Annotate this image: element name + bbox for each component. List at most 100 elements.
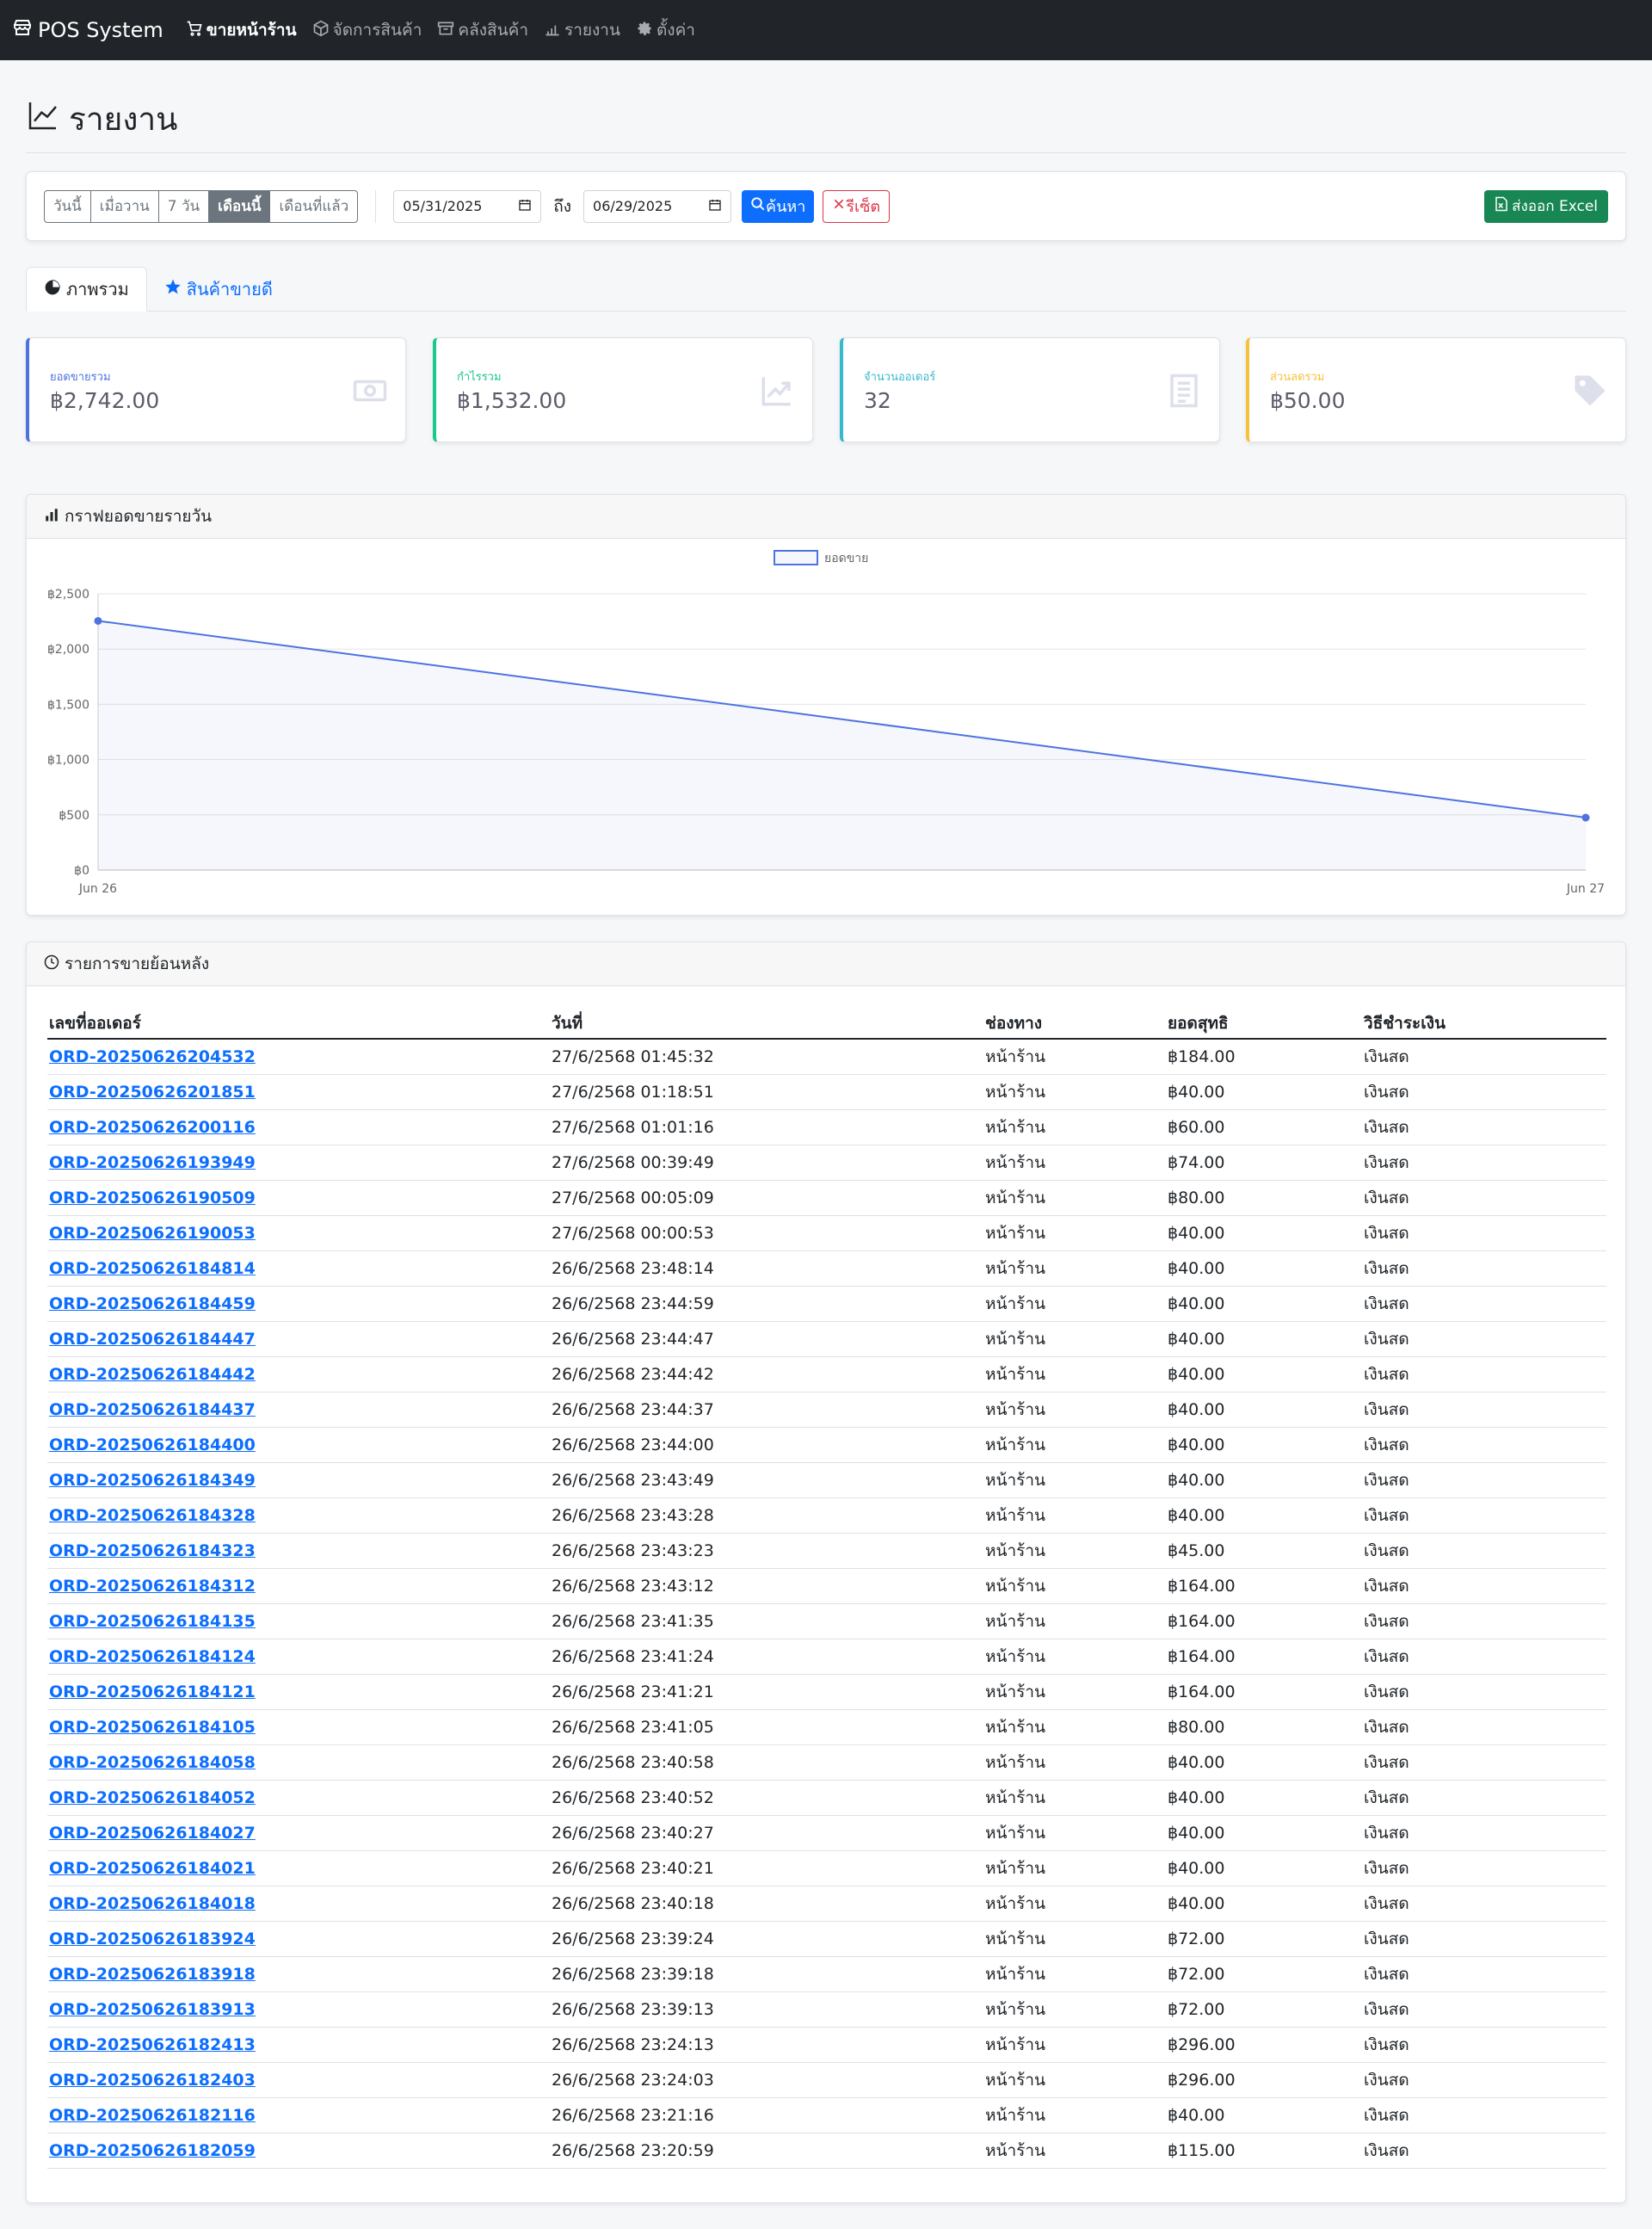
- order-link[interactable]: ORD-20250626200116: [49, 1118, 256, 1137]
- col-header-payment[interactable]: วิธีชำระเงิน: [1362, 1008, 1606, 1040]
- order-link[interactable]: ORD-20250626184323: [49, 1541, 256, 1560]
- date-cell: 27/6/2568 01:01:16: [550, 1109, 983, 1145]
- x-tick-label: Jun 26: [78, 882, 117, 896]
- end-date-input[interactable]: 06/29/2025: [583, 189, 732, 223]
- order-link[interactable]: ORD-20250626184027: [49, 1824, 256, 1843]
- nav-item-label: ตั้งค่า: [656, 21, 695, 40]
- table-card-header: รายการขายย้อนหลัง: [27, 942, 1625, 986]
- order-link[interactable]: ORD-20250626182059: [49, 2141, 256, 2160]
- tab-label: ภาพรวม: [66, 279, 129, 299]
- payment-cell: เงินสด: [1362, 2133, 1606, 2169]
- range-this-month-button[interactable]: เดือนนี้: [209, 190, 271, 222]
- channel-cell: หน้าร้าน: [983, 1145, 1166, 1181]
- order-no-cell: ORD-20250626184312: [47, 1568, 550, 1604]
- search-button[interactable]: ค้นหา: [742, 189, 815, 223]
- range-7days-button[interactable]: 7 วัน: [159, 190, 210, 222]
- order-no-cell: ORD-20250626182116: [47, 2097, 550, 2133]
- date-cell: 26/6/2568 23:41:24: [550, 1639, 983, 1675]
- order-link[interactable]: ORD-20250626201851: [49, 1083, 256, 1102]
- order-link[interactable]: ORD-20250626183918: [49, 1965, 256, 1984]
- col-header-channel[interactable]: ช่องทาง: [983, 1008, 1166, 1040]
- net-total-cell: ฿74.00: [1166, 1145, 1362, 1181]
- order-link[interactable]: ORD-20250626193949: [49, 1153, 256, 1172]
- tab-overview[interactable]: ภาพรวม: [26, 267, 147, 312]
- date-cell: 26/6/2568 23:40:18: [550, 1886, 983, 1922]
- table-row: ORD-20250626183924 26/6/2568 23:39:24 หน้า…: [47, 1921, 1606, 1957]
- order-link[interactable]: ORD-20250626184124: [49, 1647, 256, 1666]
- nav-item-inventory[interactable]: คลังสินค้า: [437, 17, 528, 43]
- col-header-net-total[interactable]: ยอดสุทธิ: [1166, 1008, 1362, 1040]
- channel-cell: หน้าร้าน: [983, 1462, 1166, 1498]
- table-row: ORD-20250626184135 26/6/2568 23:41:35 หน้า…: [47, 1603, 1606, 1639]
- order-link[interactable]: ORD-20250626184437: [49, 1400, 256, 1419]
- nav-item-reports[interactable]: รายงาน: [544, 17, 620, 43]
- order-link[interactable]: ORD-20250626184814: [49, 1259, 256, 1278]
- nav-item-label: รายงาน: [564, 21, 620, 40]
- date-cell: 26/6/2568 23:39:24: [550, 1921, 983, 1957]
- table-row: ORD-20250626184027 26/6/2568 23:40:27 หน้า…: [47, 1815, 1606, 1851]
- box-icon: [312, 20, 333, 41]
- reset-button[interactable]: รีเซ็ต: [823, 189, 891, 223]
- y-tick-label: ฿2,000: [47, 643, 89, 657]
- payment-cell: เงินสด: [1362, 1109, 1606, 1145]
- channel-cell: หน้าร้าน: [983, 1709, 1166, 1745]
- order-link[interactable]: ORD-20250626184135: [49, 1612, 256, 1631]
- table-row: ORD-20250626184442 26/6/2568 23:44:42 หน้า…: [47, 1356, 1606, 1392]
- tab-best-sellers[interactable]: สินค้าขายดี: [147, 267, 290, 311]
- order-link[interactable]: ORD-20250626184121: [49, 1683, 256, 1701]
- order-link[interactable]: ORD-20250626190509: [49, 1189, 256, 1207]
- table-row: ORD-20250626182403 26/6/2568 23:24:03 หน้า…: [47, 2062, 1606, 2098]
- col-header-date[interactable]: วันที่: [550, 1008, 983, 1040]
- payment-cell: เงินสด: [1362, 1356, 1606, 1392]
- order-link[interactable]: ORD-20250626190053: [49, 1224, 256, 1243]
- channel-cell: หน้าร้าน: [983, 1497, 1166, 1534]
- date-cell: 26/6/2568 23:24:03: [550, 2062, 983, 2098]
- order-link[interactable]: ORD-20250626204532: [49, 1047, 256, 1066]
- channel-cell: หน้าร้าน: [983, 1956, 1166, 1992]
- range-yesterday-button[interactable]: เมื่อวาน: [91, 190, 159, 222]
- range-today-button[interactable]: วันนี้: [45, 190, 91, 222]
- net-total-cell: ฿164.00: [1166, 1568, 1362, 1604]
- order-no-cell: ORD-20250626200116: [47, 1109, 550, 1145]
- order-link[interactable]: ORD-20250626184442: [49, 1365, 256, 1384]
- order-no-cell: ORD-20250626190509: [47, 1180, 550, 1216]
- nav-item-products[interactable]: จัดการสินค้า: [312, 17, 422, 43]
- channel-cell: หน้าร้าน: [983, 1639, 1166, 1675]
- table-row: ORD-20250626190509 27/6/2568 00:05:09 หน้า…: [47, 1180, 1606, 1216]
- order-link[interactable]: ORD-20250626184459: [49, 1294, 256, 1313]
- net-total-cell: ฿40.00: [1166, 1356, 1362, 1392]
- order-link[interactable]: ORD-20250626182413: [49, 2035, 256, 2054]
- daily-sales-chart-card: กราฟยอดขายรายวัน ฿0 ฿500 ฿1,000 ฿1,500 ฿2,00…: [26, 494, 1626, 916]
- order-link[interactable]: ORD-20250626184058: [49, 1753, 256, 1772]
- order-link[interactable]: ORD-20250626184312: [49, 1577, 256, 1596]
- order-no-cell: ORD-20250626184018: [47, 1886, 550, 1922]
- nav-item-settings[interactable]: ตั้งค่า: [636, 17, 695, 43]
- date-cell: 27/6/2568 01:45:32: [550, 1039, 983, 1075]
- order-link[interactable]: ORD-20250626183913: [49, 2000, 256, 2019]
- range-last-month-button[interactable]: เดือนที่แล้ว: [270, 191, 357, 222]
- order-link[interactable]: ORD-20250626184052: [49, 1788, 256, 1807]
- order-link[interactable]: ORD-20250626184400: [49, 1436, 256, 1454]
- order-link[interactable]: ORD-20250626184328: [49, 1506, 256, 1525]
- cart-icon: [186, 20, 206, 41]
- order-no-cell: ORD-20250626184027: [47, 1815, 550, 1851]
- net-total-cell: ฿72.00: [1166, 1991, 1362, 2028]
- date-cell: 26/6/2568 23:44:37: [550, 1392, 983, 1428]
- channel-cell: หน้าร้าน: [983, 1780, 1166, 1816]
- brand[interactable]: POS System: [12, 17, 163, 43]
- export-excel-button[interactable]: ส่งออก Excel: [1484, 189, 1608, 223]
- date-cell: 26/6/2568 23:44:47: [550, 1321, 983, 1357]
- col-header-order-no[interactable]: เลขที่ออเดอร์: [47, 1008, 550, 1040]
- order-no-cell: ORD-20250626183918: [47, 1956, 550, 1992]
- channel-cell: หน้าร้าน: [983, 2062, 1166, 2098]
- order-link[interactable]: ORD-20250626183924: [49, 1930, 256, 1948]
- order-link[interactable]: ORD-20250626182403: [49, 2071, 256, 2090]
- order-link[interactable]: ORD-20250626182116: [49, 2106, 256, 2125]
- order-link[interactable]: ORD-20250626184349: [49, 1471, 256, 1490]
- order-link[interactable]: ORD-20250626184447: [49, 1330, 256, 1349]
- nav-item-pos[interactable]: ขายหน้าร้าน: [186, 17, 297, 43]
- order-link[interactable]: ORD-20250626184021: [49, 1859, 256, 1878]
- start-date-input[interactable]: 05/31/2025: [393, 189, 542, 223]
- order-link[interactable]: ORD-20250626184105: [49, 1718, 256, 1737]
- order-link[interactable]: ORD-20250626184018: [49, 1894, 256, 1913]
